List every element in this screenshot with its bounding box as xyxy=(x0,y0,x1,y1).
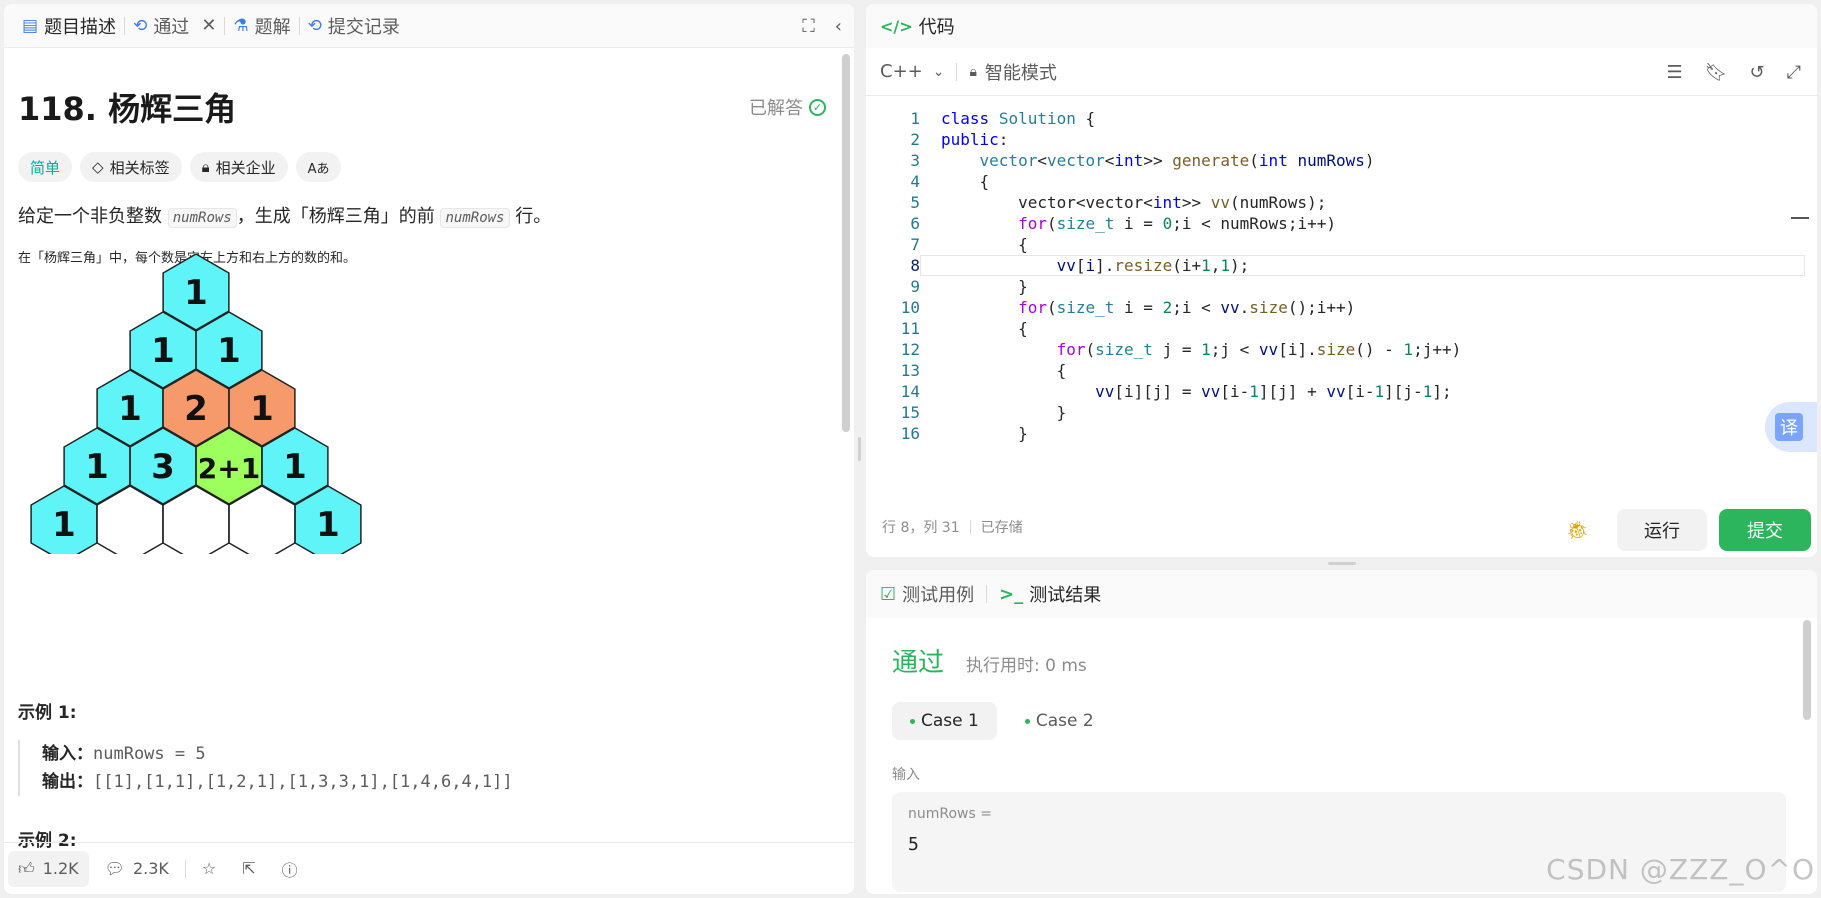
close-icon[interactable]: ✕ xyxy=(201,15,216,36)
case-tab-1[interactable]: Case 1 xyxy=(892,702,997,740)
chevron-down-icon: ⌄ xyxy=(932,63,945,80)
watermark: CSDN @ZZZ_O^O xyxy=(1546,853,1815,886)
problem-tabbar: ▤ 题目描述 ⟲ 通过 ✕ ⚗ 题解 ⟲ 提交记录 ⛶ ‹ xyxy=(4,4,854,48)
case-tab-2[interactable]: Case 2 xyxy=(1007,702,1112,740)
hex-label: 1 xyxy=(250,389,274,429)
save-status: 已存储 xyxy=(980,520,1023,536)
like-button[interactable]: 👍︎ 1.2K xyxy=(8,850,89,887)
comments-button[interactable]: 💬︎ 2.3K xyxy=(95,851,179,887)
font-icon: Aあ xyxy=(307,161,330,177)
flask-icon: ⚗ xyxy=(233,15,249,36)
comment-icon: 💬︎ xyxy=(104,859,125,878)
related-companies-button[interactable]: 🔒︎ 相关企业 xyxy=(189,152,288,182)
minimap-marker xyxy=(1791,217,1809,219)
code-area[interactable]: 1 class Solution { 2 public: 3 vector<vect… xyxy=(866,108,1807,444)
chevron-left-icon[interactable]: ‹ xyxy=(835,16,842,37)
solved-status: 已解答 ✓ xyxy=(749,94,826,120)
problem-panel: ▤ 题目描述 ⟲ 通过 ✕ ⚗ 题解 ⟲ 提交记录 ⛶ ‹ 118. 杨辉三角 … xyxy=(4,4,854,894)
hex-label: 1 xyxy=(316,505,340,545)
test-tabbar: ☑ 测试用例 >_ 测试结果 xyxy=(866,570,1817,618)
tag-icon: ◇ xyxy=(92,158,104,176)
pascal-triangle-figure: 11 11 2 11 3 2+1 11 1 xyxy=(30,254,362,554)
hex-label: 1 xyxy=(151,331,175,371)
run-button[interactable]: 运行 xyxy=(1617,509,1707,551)
tab-test-result[interactable]: >_ 测试结果 xyxy=(999,581,1101,607)
test-panel: ☑ 测试用例 >_ 测试结果 通过 执行用时: 0 ms Case 1 Case… xyxy=(866,570,1817,894)
input-var-value: 5 xyxy=(908,834,919,855)
editor-footer: 行 8，列 31 已存储 🐞︎ 运行 提交 xyxy=(866,497,1817,557)
submit-button[interactable]: 提交 xyxy=(1719,509,1811,551)
debug-icon[interactable]: 🐞︎ xyxy=(1566,520,1589,541)
tab-testcase[interactable]: ☑ 测试用例 xyxy=(880,581,974,607)
example-1-title: 示例 1: xyxy=(18,703,77,723)
bookmark-icon[interactable]: 🔖︎ xyxy=(1705,62,1728,83)
hex-label: 2 xyxy=(184,389,208,429)
language-select[interactable]: C++ ⌄ xyxy=(880,61,944,82)
problem-footer: 👍︎ 1.2K 💬︎ 2.3K ☆ ⇱ ⓘ xyxy=(4,842,854,894)
hex-label: 1 xyxy=(52,505,76,545)
lock-icon: 🔒︎ xyxy=(201,158,210,176)
translate-button[interactable]: 译 xyxy=(1765,402,1817,452)
vertical-splitter[interactable] xyxy=(858,437,861,461)
code-editor-panel: </> 代码 C++ ⌄ 🔒︎ 智能模式 ☰ 🔖︎ ↺ ⤢ 1 class Sol… xyxy=(866,4,1817,557)
tab-solutions[interactable]: ⚗ 题解 xyxy=(225,4,298,47)
result-summary: 通过 执行用时: 0 ms xyxy=(892,642,1087,679)
translate-font-button[interactable]: Aあ xyxy=(295,152,342,182)
expand-icon[interactable]: ⤢ xyxy=(1787,62,1801,83)
editor-toolbar: C++ ⌄ 🔒︎ 智能模式 ☰ 🔖︎ ↺ ⤢ xyxy=(866,48,1817,96)
hex-label: 3 xyxy=(151,447,175,487)
tab-code[interactable]: 代码 xyxy=(919,13,955,39)
code-icon: </> xyxy=(880,16,913,36)
hex-label: 1 xyxy=(184,273,208,313)
tab-accepted[interactable]: ⟲ 通过 ✕ xyxy=(125,4,224,47)
hex-label: 2+1 xyxy=(198,452,260,485)
editor-tabbar: </> 代码 xyxy=(866,4,1817,48)
runtime-text: 执行用时: 0 ms xyxy=(966,656,1087,676)
difficulty-badge[interactable]: 简单 xyxy=(18,152,73,182)
tab-description[interactable]: ▤ 题目描述 xyxy=(14,4,124,47)
scrollbar[interactable] xyxy=(1803,620,1811,720)
share-icon: ⇱ xyxy=(242,859,256,878)
share-button[interactable]: ⇱ xyxy=(232,851,265,887)
format-icon[interactable]: ☰ xyxy=(1667,62,1683,83)
hex-label: 1 xyxy=(118,389,142,429)
scrollbar[interactable] xyxy=(842,54,850,432)
history-icon: ⟲ xyxy=(133,15,148,36)
tag-row: 简单 ◇ 相关标签 🔒︎ 相关企业 Aあ xyxy=(18,152,828,182)
case-tabs: Case 1 Case 2 xyxy=(892,702,1112,740)
related-tags-button[interactable]: ◇ 相关标签 xyxy=(80,152,182,182)
reset-icon[interactable]: ↺ xyxy=(1750,62,1765,83)
mode-select[interactable]: 🔒︎ 智能模式 xyxy=(969,59,1056,85)
hex-label: 1 xyxy=(85,447,109,487)
history-icon: ⟲ xyxy=(307,15,322,36)
result-status: 通过 xyxy=(892,648,945,678)
input-label: 输入 xyxy=(892,767,920,783)
problem-statement: 给定一个非负整数 numRows ，生成「杨辉三角」的前 numRows 行。 xyxy=(18,206,552,228)
star-icon: ☆ xyxy=(201,859,217,878)
description-icon: ▤ xyxy=(22,15,39,36)
horizontal-splitter[interactable] xyxy=(1328,562,1356,565)
hex-label: 1 xyxy=(217,331,241,371)
cursor-position: 行 8，列 31 xyxy=(882,520,960,536)
terminal-icon: >_ xyxy=(999,583,1024,605)
help-icon: ⓘ xyxy=(281,860,298,880)
checkbox-icon: ☑ xyxy=(880,583,897,605)
help-button[interactable]: ⓘ xyxy=(272,851,308,887)
fullscreen-icon[interactable]: ⛶ xyxy=(802,16,815,37)
problem-title: 118. 杨辉三角 xyxy=(18,90,237,128)
thumbs-up-icon: 👍︎ xyxy=(18,858,35,878)
tab-submissions[interactable]: ⟲ 提交记录 xyxy=(300,4,408,47)
lock-icon: 🔒︎ xyxy=(969,63,977,80)
check-icon: ✓ xyxy=(809,98,826,116)
hex-label: 1 xyxy=(283,447,307,487)
input-var-name: numRows = xyxy=(908,806,992,822)
favorite-button[interactable]: ☆ xyxy=(192,851,226,887)
example-1-block: 输入：numRows = 5 输出：[[1],[1,1],[1,2,1],[1,… xyxy=(18,740,513,796)
